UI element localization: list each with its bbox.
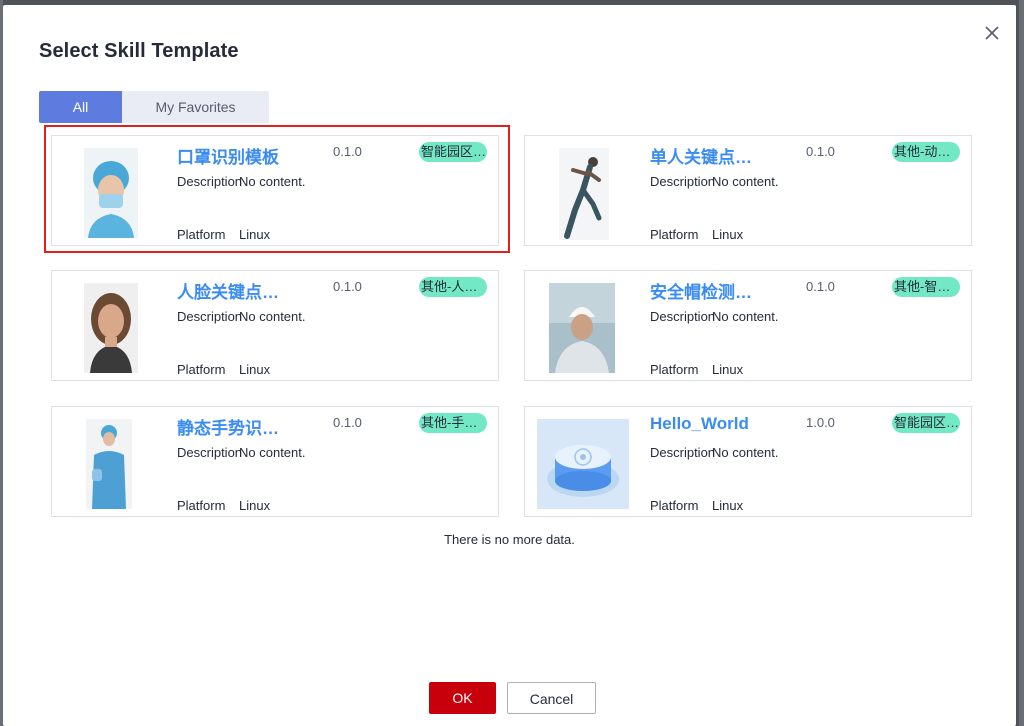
template-card-helmet-detection[interactable]: 安全帽检测… 0.1.0 其他-智… Description No conten…	[524, 270, 972, 381]
description-value: No content.	[712, 445, 779, 460]
ok-button[interactable]: OK	[429, 682, 496, 714]
template-version: 0.1.0	[333, 144, 362, 159]
platform-label: Platform	[650, 498, 699, 513]
description-label: Description	[650, 309, 716, 324]
platform-label: Platform	[177, 362, 226, 377]
select-skill-template-dialog: Select Skill Template All My Favorites 口…	[3, 5, 1016, 726]
platform-value: Linux	[712, 227, 744, 242]
no-more-data-text: There is no more data.	[444, 532, 575, 547]
woman-face-photo	[84, 283, 138, 373]
template-card-single-person-keypoints[interactable]: 单人关键点… 0.1.0 其他-动… Description No conten…	[524, 135, 972, 246]
template-version: 0.1.0	[333, 279, 362, 294]
platform-label: Platform	[650, 362, 699, 377]
template-tag: 其他-人…	[419, 277, 487, 297]
description-value: No content.	[712, 174, 779, 189]
template-tag: 智能园区…	[892, 413, 960, 433]
description-label: Description	[177, 445, 243, 460]
description-label: Description	[650, 174, 716, 189]
description-value: No content.	[239, 445, 306, 460]
platform-value: Linux	[239, 362, 271, 377]
template-version: 0.1.0	[806, 144, 835, 159]
template-version: 0.1.0	[333, 415, 362, 430]
template-tag: 其他-手…	[419, 413, 487, 433]
template-tag: 智能园区…	[419, 142, 487, 162]
description-value: No content.	[239, 309, 306, 324]
worker-helmet-photo	[549, 283, 615, 373]
description-label: Description	[177, 309, 243, 324]
template-name[interactable]: 人脸关键点…	[177, 278, 279, 303]
template-tabs: All My Favorites	[39, 91, 269, 123]
template-card-static-gesture[interactable]: 静态手势识… 0.1.0 其他-手… Description No conten…	[51, 406, 499, 517]
template-tag: 其他-动…	[892, 142, 960, 162]
medic-thumbs-up-photo	[86, 419, 132, 509]
template-card-mask-recognition[interactable]: 口罩识别模板 0.1.0 智能园区… Description No conten…	[51, 135, 499, 246]
platform-value: Linux	[712, 498, 744, 513]
platform-label: Platform	[177, 498, 226, 513]
platform-label: Platform	[177, 227, 226, 242]
tab-all[interactable]: All	[39, 91, 122, 123]
template-name[interactable]: 口罩识别模板	[177, 143, 279, 168]
template-name[interactable]: Hello_World	[650, 414, 749, 434]
device-render	[537, 419, 629, 509]
template-name[interactable]: 安全帽检测…	[650, 278, 752, 303]
platform-value: Linux	[712, 362, 744, 377]
description-value: No content.	[239, 174, 306, 189]
close-icon	[985, 26, 999, 40]
template-tag: 其他-智…	[892, 277, 960, 297]
platform-label: Platform	[650, 227, 699, 242]
background-edge-right	[1019, 0, 1024, 726]
platform-value: Linux	[239, 498, 271, 513]
template-name[interactable]: 静态手势识…	[177, 414, 279, 439]
template-version: 1.0.0	[806, 415, 835, 430]
template-card-hello-world[interactable]: Hello_World 1.0.0 智能园区… Description No c…	[524, 406, 972, 517]
nurse-with-mask-photo	[84, 148, 138, 238]
description-label: Description	[177, 174, 243, 189]
description-label: Description	[650, 445, 716, 460]
template-card-face-keypoints[interactable]: 人脸关键点… 0.1.0 其他-人… Description No conten…	[51, 270, 499, 381]
runner-photo	[559, 148, 609, 240]
dialog-title: Select Skill Template	[39, 40, 239, 62]
close-button[interactable]	[982, 23, 1002, 43]
platform-value: Linux	[239, 227, 271, 242]
template-version: 0.1.0	[806, 279, 835, 294]
description-value: No content.	[712, 309, 779, 324]
template-name[interactable]: 单人关键点…	[650, 143, 752, 168]
tab-my-favorites[interactable]: My Favorites	[122, 91, 269, 123]
cancel-button[interactable]: Cancel	[507, 682, 596, 714]
